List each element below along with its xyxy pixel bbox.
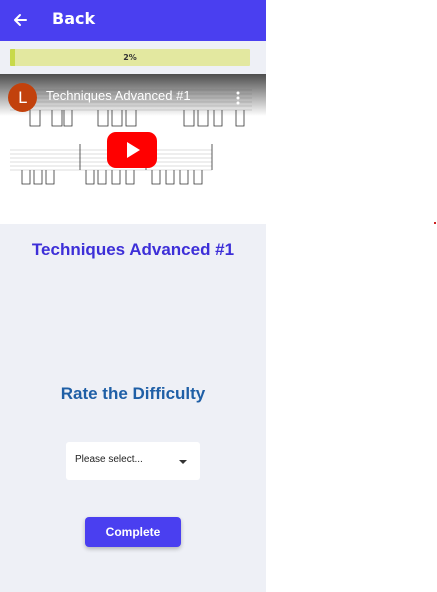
stray-dot: [434, 222, 436, 224]
youtube-play-icon[interactable]: [107, 132, 157, 168]
arrow-left-icon[interactable]: [12, 12, 28, 28]
back-button-label[interactable]: Back: [52, 9, 95, 28]
lesson-progress-bar: 2%: [10, 49, 250, 66]
complete-button[interactable]: Complete: [85, 517, 181, 547]
app-screen: Back 2% L Techniques Advanced #1 Techniq…: [0, 0, 266, 592]
top-app-bar: Back: [0, 0, 266, 41]
kebab-icon[interactable]: [234, 90, 242, 106]
video-title[interactable]: Techniques Advanced #1: [46, 88, 191, 103]
lesson-title: Techniques Advanced #1: [31, 240, 235, 259]
channel-avatar[interactable]: L: [8, 83, 37, 112]
difficulty-select-value: Please select...: [75, 454, 143, 465]
progress-label: 2%: [123, 53, 137, 62]
difficulty-select[interactable]: Please select...: [66, 442, 200, 480]
caret-down-icon: [179, 460, 187, 464]
rate-difficulty-title: Rate the Difficulty: [60, 384, 206, 403]
video-player[interactable]: L Techniques Advanced #1: [0, 74, 266, 224]
